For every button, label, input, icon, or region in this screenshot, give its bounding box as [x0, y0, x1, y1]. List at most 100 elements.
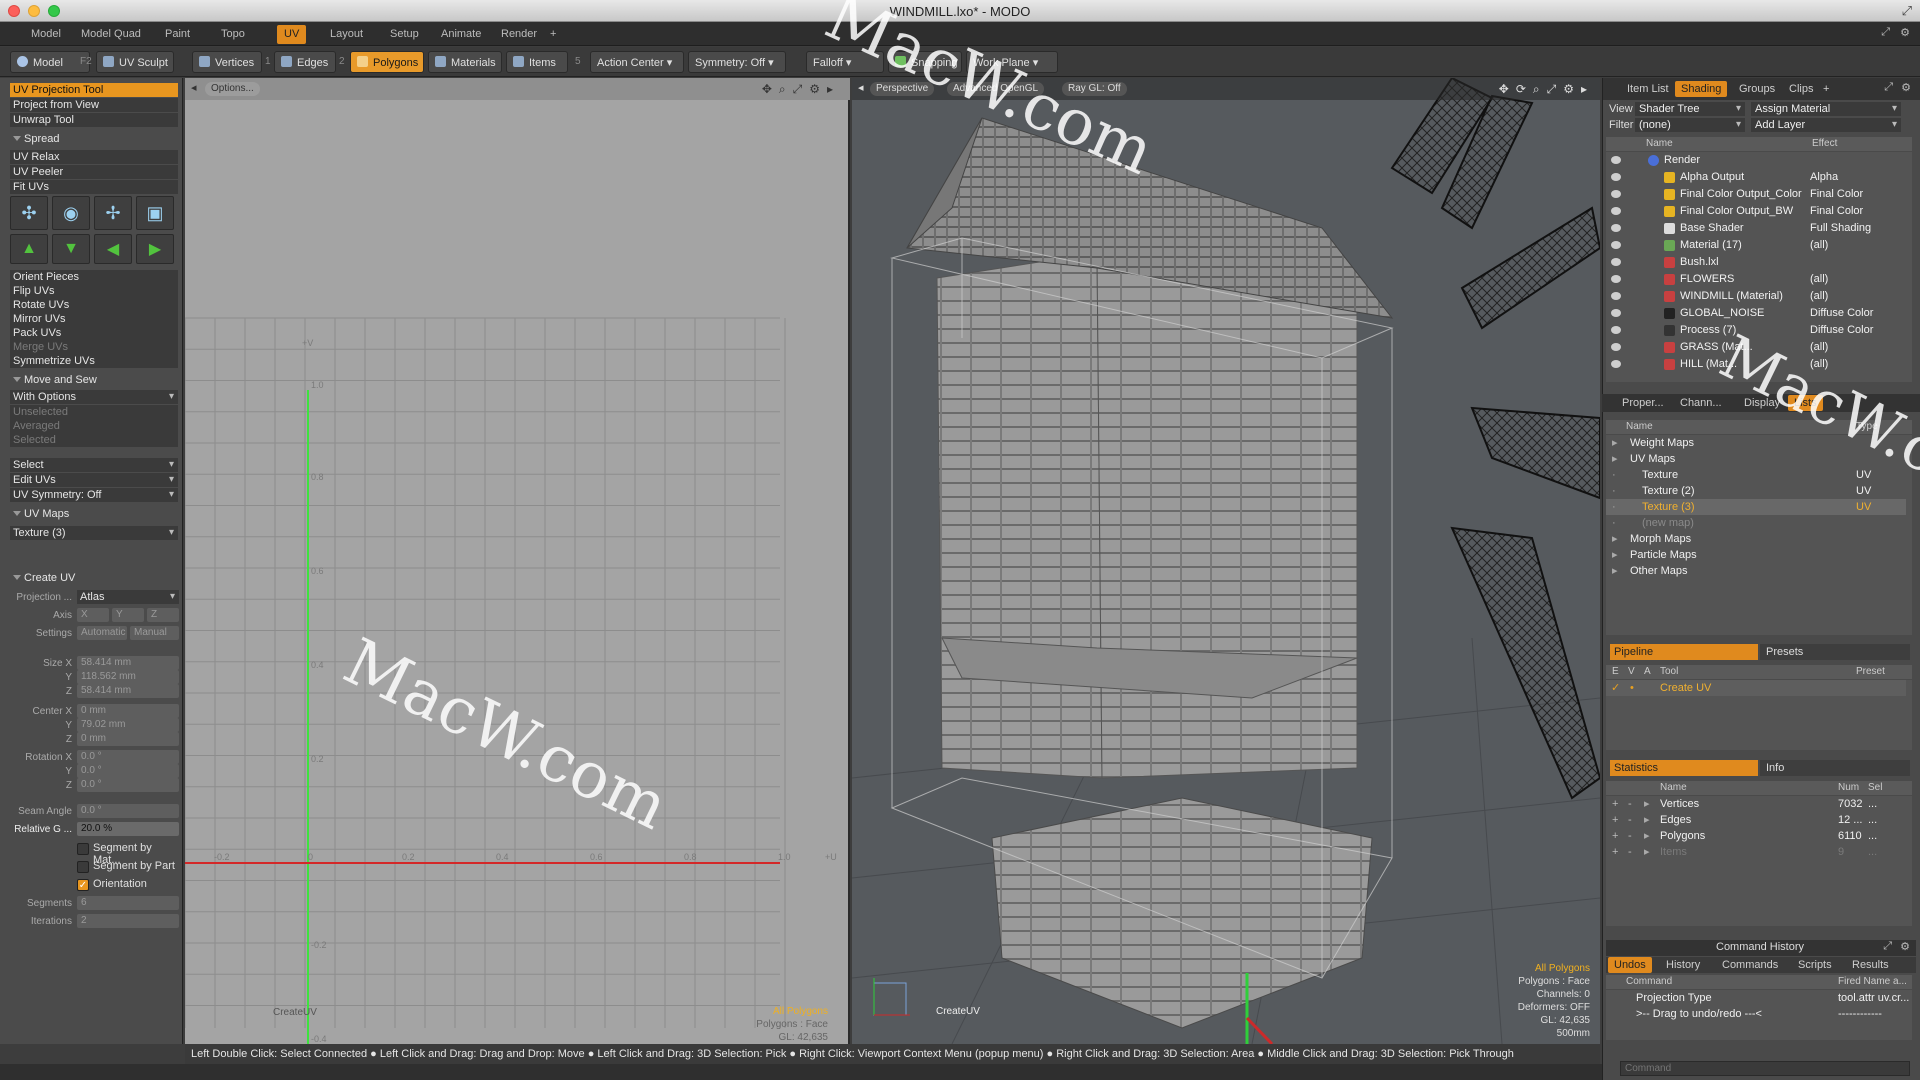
pipeline-row-create-uv[interactable]: ✓ • Create UV	[1606, 680, 1906, 696]
remove-selection-icon[interactable]: -	[1628, 828, 1632, 844]
axis-z[interactable]: Z	[147, 608, 179, 622]
add-selection-icon[interactable]: +	[1612, 812, 1618, 828]
tab-topo[interactable]: Topo	[214, 25, 252, 44]
expand-arrow-icon[interactable]: ▸	[1644, 828, 1650, 844]
add-right-tab[interactable]: +	[1817, 81, 1835, 97]
down-arrow-icon[interactable]: ▼	[52, 234, 90, 264]
history-gear-icon[interactable]: ⚙	[1900, 940, 1910, 953]
pack-uvs-button[interactable]: Pack UVs	[10, 326, 178, 340]
perspective-button[interactable]: Perspective	[870, 82, 935, 96]
symmetry-dropdown[interactable]: Symmetry: Off ▾	[688, 51, 786, 73]
map-list-row[interactable]: ▸ Weight Maps	[1606, 435, 1906, 451]
expand-arrow-icon[interactable]: ▸	[1612, 563, 1618, 579]
uv-viewport-nav-icons[interactable]: ✥⌕⤢⚙▸	[762, 82, 840, 97]
uv-sculpt-button[interactable]: UV Sculpt	[96, 51, 174, 73]
shader-tree-row[interactable]: Process (7) Diffuse Color	[1606, 322, 1906, 339]
size-x-field[interactable]: 58.414 mm	[77, 656, 179, 670]
tab-channels[interactable]: Chann...	[1674, 395, 1728, 411]
add-selection-icon[interactable]: +	[1612, 844, 1618, 860]
filter-dropdown[interactable]: (none)	[1635, 118, 1745, 132]
create-uv-header[interactable]: Create UV	[8, 570, 178, 586]
shader-tree-row[interactable]: Material (17) (all)	[1606, 237, 1906, 254]
history-row[interactable]: >-- Drag to undo/redo ---< ------------	[1606, 1006, 1906, 1022]
add-selection-icon[interactable]: +	[1612, 828, 1618, 844]
map-list-row[interactable]: ▸ UV Maps	[1606, 451, 1906, 467]
edit-uvs-dropdown[interactable]: Edit UVs	[10, 473, 178, 487]
tab-statistics[interactable]: Statistics	[1610, 760, 1758, 776]
statistics-row[interactable]: + - ▸ Polygons 6110...	[1606, 828, 1906, 844]
ray-gl-button[interactable]: Ray GL: Off	[1062, 82, 1127, 96]
with-options-dropdown[interactable]: With Options	[10, 390, 178, 404]
segment-by-material-checkbox[interactable]	[77, 843, 89, 855]
select-dropdown[interactable]: Select	[10, 458, 178, 472]
add-layer-dropdown[interactable]: Add Layer	[1751, 118, 1901, 132]
statistics-row[interactable]: + - ▸ Vertices 7032...	[1606, 796, 1906, 812]
tab-presets[interactable]: Presets	[1760, 644, 1910, 660]
shader-tree-row[interactable]: GRASS (Mat... (all)	[1606, 339, 1906, 356]
uv-relax-button[interactable]: UV Relax	[10, 150, 178, 164]
center-x-field[interactable]: 0 mm	[77, 704, 179, 718]
right-arrow-icon[interactable]: ▶	[136, 234, 174, 264]
uv-transform-icon[interactable]: ✣	[10, 196, 48, 230]
uv-maps-header[interactable]: UV Maps	[8, 506, 178, 522]
tab-history[interactable]: History	[1660, 957, 1706, 973]
enabled-check-icon[interactable]: ✓	[1611, 680, 1620, 696]
statistics-row[interactable]: + - ▸ Items 9...	[1606, 844, 1906, 860]
visibility-eye-icon[interactable]	[1611, 343, 1621, 351]
add-tab-button[interactable]: +	[543, 25, 563, 44]
segment-by-part-checkbox[interactable]	[77, 861, 89, 873]
center-y-field[interactable]: 79.02 mm	[77, 718, 179, 732]
tab-info[interactable]: Info	[1760, 760, 1910, 776]
rotate-uvs-button[interactable]: Rotate UVs	[10, 298, 178, 312]
visibility-eye-icon[interactable]	[1611, 292, 1621, 300]
expand-arrow-icon[interactable]: ▸	[1644, 796, 1650, 812]
spread-section-header[interactable]: Spread	[8, 131, 178, 147]
uv-projection-tool-button[interactable]: UV Projection Tool	[10, 83, 178, 97]
shader-tree-row[interactable]: Base Shader Full Shading	[1606, 220, 1906, 237]
uv-rotate-icon[interactable]: ◉	[52, 196, 90, 230]
tab-properties[interactable]: Proper...	[1616, 395, 1670, 411]
tab-lists[interactable]: Lists	[1788, 395, 1823, 411]
uv-scale-icon[interactable]: ✢	[94, 196, 132, 230]
rotation-x-field[interactable]: 0.0 °	[77, 750, 179, 764]
visibility-eye-icon[interactable]	[1611, 258, 1621, 266]
uv-symmetry-dropdown[interactable]: UV Symmetry: Off	[10, 488, 178, 502]
tab-paint[interactable]: Paint	[158, 25, 197, 44]
projection-dropdown[interactable]: Atlas	[77, 590, 179, 604]
tab-undos[interactable]: Undos	[1608, 957, 1652, 973]
tab-commands[interactable]: Commands	[1716, 957, 1784, 973]
fit-uvs-button[interactable]: Fit UVs	[10, 180, 178, 194]
shader-tree-row[interactable]: Bush.lxl	[1606, 254, 1906, 271]
add-selection-icon[interactable]: +	[1612, 796, 1618, 812]
rotation-z-field[interactable]: 0.0 °	[77, 778, 179, 792]
shader-tree-row[interactable]: Render	[1606, 152, 1906, 169]
visibility-eye-icon[interactable]	[1611, 156, 1621, 164]
tab-item-list[interactable]: Item List	[1621, 81, 1675, 97]
map-list-row[interactable]: · (new map)	[1606, 515, 1906, 531]
uv-cube-icon[interactable]: ▣	[136, 196, 174, 230]
move-and-sew-header[interactable]: Move and Sew	[8, 372, 178, 388]
map-list-row[interactable]: ▸ Particle Maps	[1606, 547, 1906, 563]
size-y-field[interactable]: 118.562 mm	[77, 670, 179, 684]
viewport-menu-arrow-icon[interactable]: ◂	[191, 81, 197, 94]
tab-pipeline[interactable]: Pipeline	[1610, 644, 1758, 660]
sew-selected[interactable]: Selected	[10, 433, 178, 447]
visibility-eye-icon[interactable]	[1611, 241, 1621, 249]
symmetrize-uvs-button[interactable]: Symmetrize UVs	[10, 354, 178, 368]
rotation-y-field[interactable]: 0.0 °	[77, 764, 179, 778]
snapping-button[interactable]: Snapping	[888, 51, 962, 73]
polygons-button[interactable]: Polygons	[350, 51, 424, 73]
uv-peeler-button[interactable]: UV Peeler	[10, 165, 178, 179]
edges-button[interactable]: Edges	[274, 51, 336, 73]
visibility-eye-icon[interactable]	[1611, 190, 1621, 198]
tab-groups[interactable]: Groups	[1733, 81, 1781, 97]
segments-field[interactable]: 6	[77, 896, 179, 910]
shader-tree-row[interactable]: Final Color Output_Color Final Color	[1606, 186, 1906, 203]
view-dropdown[interactable]: Shader Tree	[1635, 102, 1745, 116]
layout-settings-icon[interactable]: ⚙	[1900, 26, 1910, 39]
visibility-eye-icon[interactable]	[1611, 224, 1621, 232]
viewport-menu-arrow-icon[interactable]: ◂	[858, 81, 864, 94]
history-expand-icon[interactable]: ⤢	[1883, 940, 1892, 953]
tab-model[interactable]: Model	[24, 25, 68, 44]
perspective-viewport[interactable]: ◂ Perspective Advanced OpenGL Ray GL: Of…	[852, 78, 1600, 1044]
